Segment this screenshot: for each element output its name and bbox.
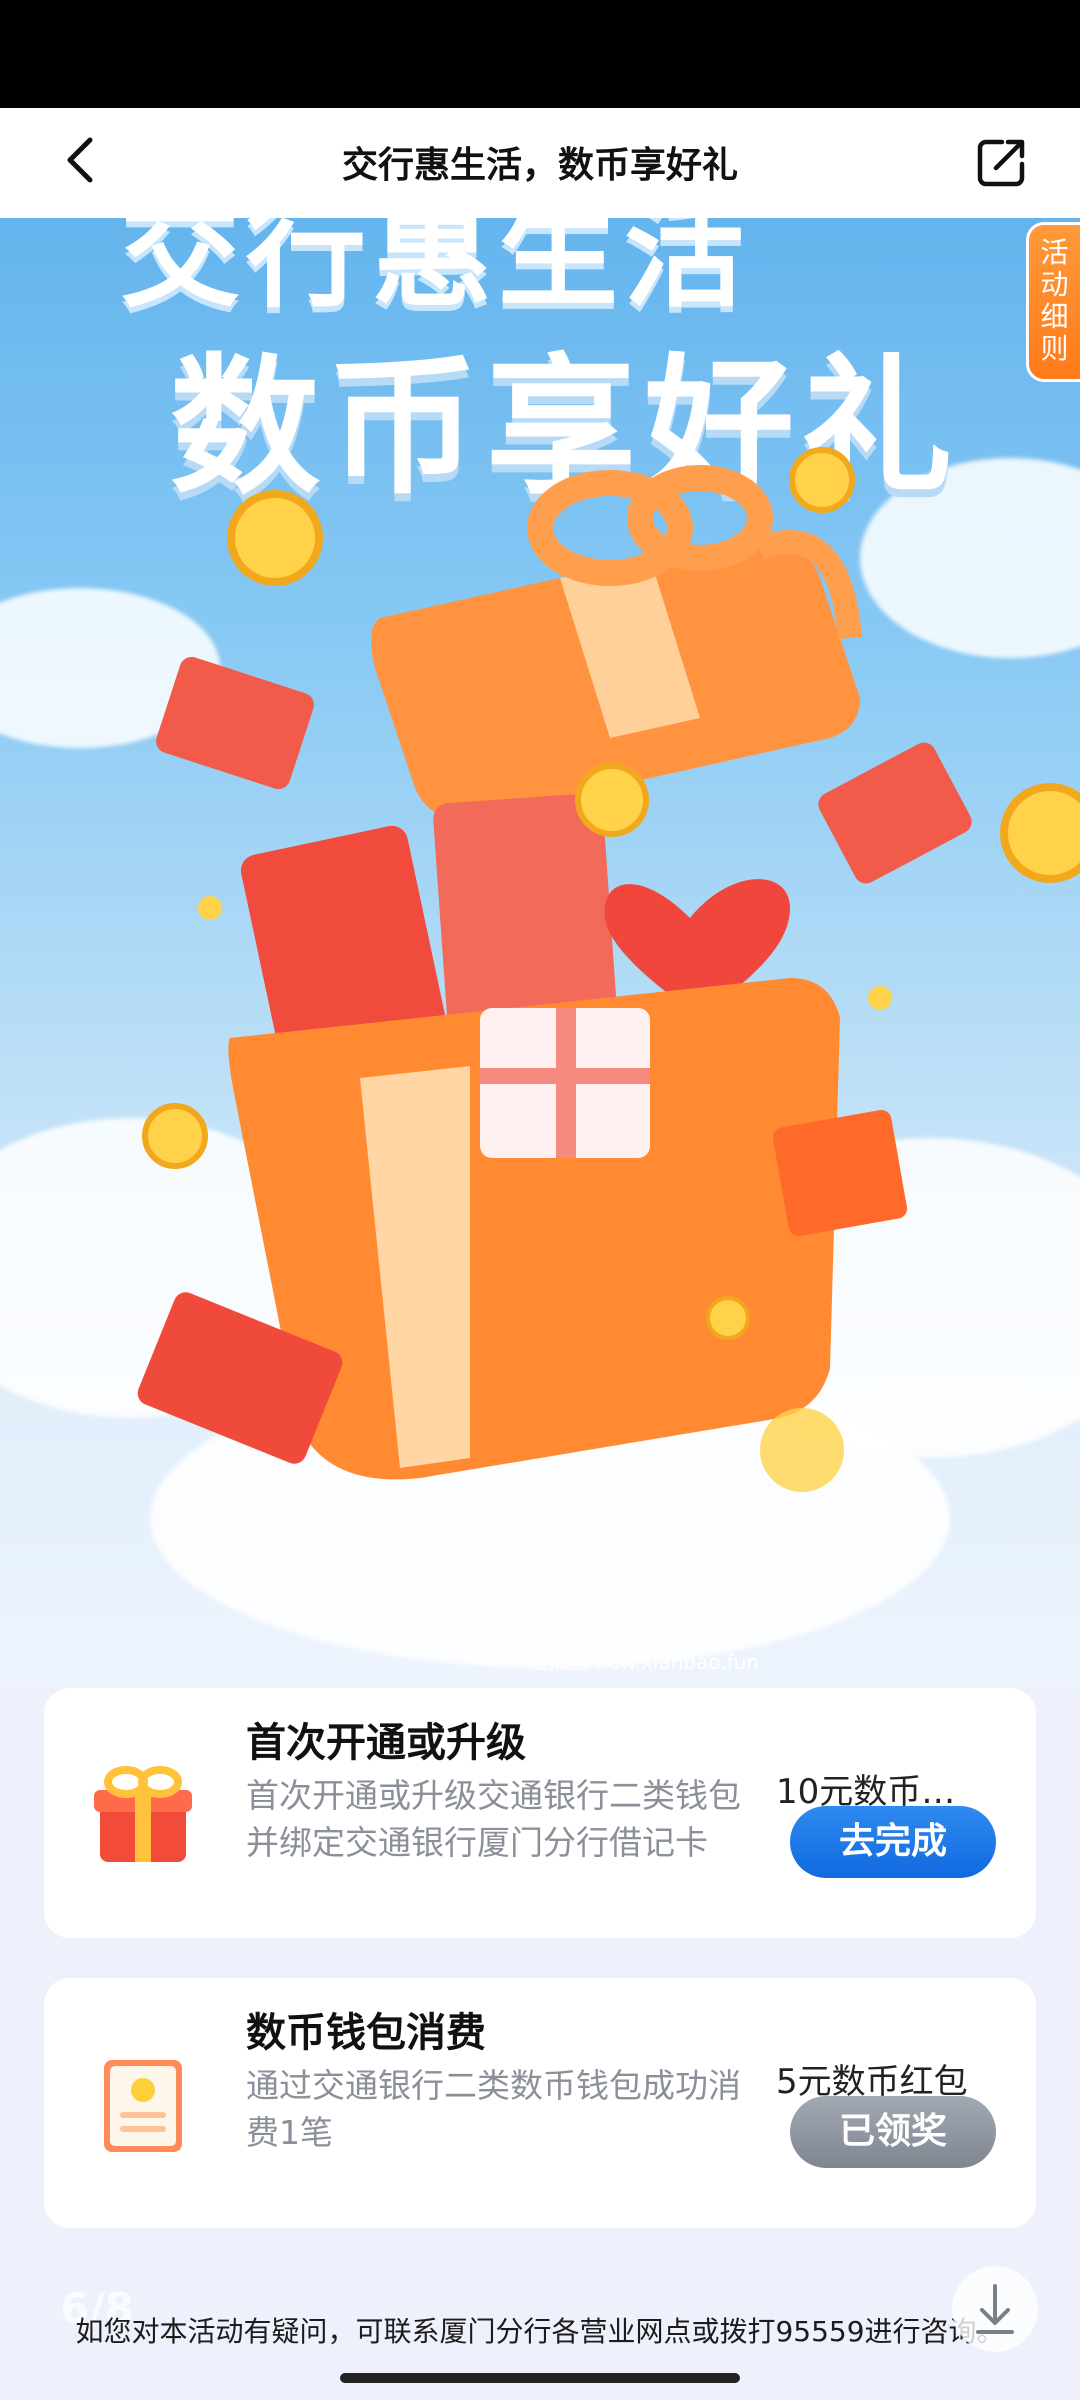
task-description: 首次开通或升级交通银行二类钱包并绑定交通银行厦门分行借记卡 [246,1776,741,1862]
home-indicator[interactable] [340,2373,740,2383]
coin [706,1296,750,1340]
gift-box-illustration [137,447,1080,1492]
task-title: 数币钱包消费 [246,2010,486,2056]
share-external-icon[interactable] [972,132,1032,192]
watermark: 线报酷-new.xianbao.fun [528,1650,759,1674]
red-envelope [818,742,972,884]
reward-claimed-button[interactable]: 已领奖 [790,2096,996,2168]
small-gift [772,1110,908,1236]
coin [575,763,649,837]
coin [227,490,323,586]
task-card: 首次开通或升级 首次开通或升级交通银行二类钱包并绑定交通银行厦门分行借记卡 10… [44,1688,1036,1938]
page-title: 交行惠生活，数币享好礼 [341,145,738,186]
coin [142,1103,208,1169]
gift-box-icon [94,1766,192,1862]
coin [198,896,222,920]
top-nav-bar: 交行惠生活，数币享好礼 [0,108,1080,218]
task-title: 首次开通或升级 [246,1720,526,1766]
footer-note: 如您对本活动有疑问，可联系厦门分行各营业网点或拨打95559进行咨询。 [75,2315,1005,2348]
coin [868,986,892,1010]
hero-banner: 交行惠生活 数币享好礼 活 动 细 则 线报酷-new.xianbao.fun [0,218,1080,1688]
task-card: 数币钱包消费 通过交通银行二类数币钱包成功消费1笔 5元数币红包 已领奖 [44,1978,1036,2228]
red-envelope [156,656,314,790]
coin [1000,783,1080,883]
go-complete-button[interactable]: 去完成 [790,1806,996,1878]
coin [760,1408,844,1492]
download-icon[interactable] [952,2266,1038,2352]
receipt-icon [104,2060,182,2152]
status-bar [0,0,1080,108]
screen: 交行惠生活，数币享好礼 交行惠生活 数币享好礼 活 动 细 则 线报酷-new.… [0,0,1080,2400]
coin [789,447,855,513]
task-description: 通过交通银行二类数币钱包成功消费1笔 [246,2066,741,2152]
